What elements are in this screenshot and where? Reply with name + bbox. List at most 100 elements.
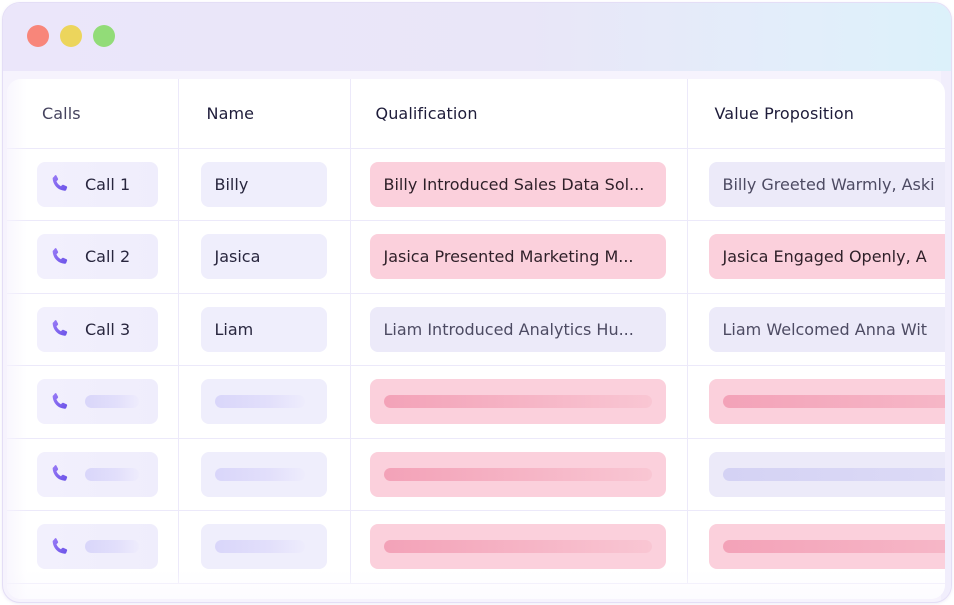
- qualification-cell: [350, 510, 688, 584]
- qualification-text: Billy Introduced Sales Data Sol...: [383, 174, 645, 194]
- name-label: Jasica: [214, 247, 261, 267]
- calls-cell: [7, 365, 179, 439]
- name-skeleton: [214, 395, 305, 409]
- qualification-cell: [350, 438, 688, 511]
- table-row[interactable]: Call 1 Billy Billy Introduced Sales Data…: [7, 148, 945, 221]
- call-label: Call 2: [85, 247, 131, 267]
- table-row-loading[interactable]: [7, 365, 945, 439]
- call-label-skeleton: [85, 467, 139, 481]
- value-proposition-text: Billy Greeted Warmly, Aski: [722, 174, 935, 194]
- value-proposition-chip[interactable]: [708, 524, 945, 570]
- calls-cell: Call 3: [7, 293, 179, 366]
- name-cell: Billy: [178, 148, 351, 221]
- qualification-cell: [350, 365, 688, 439]
- qualification-chip[interactable]: [369, 379, 666, 425]
- call-chip[interactable]: Call 2: [37, 234, 158, 280]
- call-chip[interactable]: [37, 379, 158, 425]
- phone-icon: [52, 392, 68, 409]
- name-chip[interactable]: Liam: [200, 306, 327, 352]
- phone-icon: [52, 320, 68, 337]
- value-proposition-chip[interactable]: Liam Welcomed Anna Wit: [708, 306, 945, 352]
- name-cell: [178, 510, 351, 584]
- call-label-skeleton: [85, 540, 139, 554]
- table-row[interactable]: Call 3 Liam Liam Introduced Analytics Hu…: [7, 293, 945, 366]
- qualification-chip[interactable]: Jasica Presented Marketing M...: [369, 234, 666, 280]
- column-header-label: Name: [206, 103, 255, 123]
- phone-icon: [52, 465, 68, 482]
- calls-table-panel: Calls Name Qualification Value Propositi…: [7, 79, 945, 599]
- app-window: Calls Name Qualification Value Propositi…: [2, 2, 952, 603]
- value-proposition-text: Jasica Engaged Openly, A: [722, 247, 927, 267]
- column-header-name[interactable]: Name: [178, 79, 351, 149]
- calls-cell: Call 2: [7, 220, 179, 294]
- calls-cell: [7, 438, 179, 511]
- qualification-cell: Jasica Presented Marketing M...: [350, 220, 688, 294]
- value-proposition-cell: Billy Greeted Warmly, Aski: [687, 148, 945, 221]
- value-proposition-cell: [687, 365, 945, 439]
- name-skeleton: [214, 467, 305, 481]
- title-bar: [3, 3, 951, 71]
- value-proposition-cell: Liam Welcomed Anna Wit: [687, 293, 945, 366]
- table-row[interactable]: Call 2 Jasica Jasica Presented Marketing…: [7, 220, 945, 294]
- close-window-button[interactable]: [27, 25, 49, 47]
- value-proposition-cell: Jasica Engaged Openly, A: [687, 220, 945, 294]
- calls-table: Calls Name Qualification Value Propositi…: [7, 79, 945, 584]
- name-chip[interactable]: Jasica: [200, 234, 327, 280]
- qualification-text: Liam Introduced Analytics Hu...: [383, 319, 634, 339]
- name-skeleton: [214, 540, 305, 554]
- value-proposition-cell: [687, 510, 945, 584]
- name-cell: [178, 438, 351, 511]
- call-chip[interactable]: [37, 524, 158, 570]
- call-chip[interactable]: Call 3: [37, 306, 158, 352]
- call-label-skeleton: [85, 395, 139, 409]
- minimize-window-button[interactable]: [60, 25, 82, 47]
- column-header-calls[interactable]: Calls: [7, 79, 179, 149]
- value-proposition-text: Liam Welcomed Anna Wit: [722, 319, 928, 339]
- qualification-chip[interactable]: [369, 524, 666, 570]
- call-label: Call 3: [85, 319, 131, 339]
- value-proposition-chip[interactable]: [708, 379, 945, 425]
- calls-cell: [7, 510, 179, 584]
- name-chip[interactable]: [200, 524, 327, 570]
- name-label: Liam: [214, 319, 254, 339]
- qualification-chip[interactable]: [369, 451, 666, 497]
- table-row-loading[interactable]: [7, 438, 945, 511]
- maximize-window-button[interactable]: [93, 25, 115, 47]
- qualification-skeleton: [383, 540, 652, 554]
- value-proposition-chip[interactable]: Billy Greeted Warmly, Aski: [708, 161, 945, 207]
- column-header-label: Calls: [42, 103, 81, 123]
- qualification-cell: Liam Introduced Analytics Hu...: [350, 293, 688, 366]
- table-row-loading[interactable]: [7, 510, 945, 584]
- value-proposition-skeleton: [722, 540, 945, 554]
- table-header-row: Calls Name Qualification Value Propositi…: [7, 79, 945, 149]
- name-cell: [178, 365, 351, 439]
- phone-icon: [52, 537, 68, 554]
- column-header-qualification[interactable]: Qualification: [350, 79, 688, 149]
- qualification-skeleton: [383, 467, 652, 481]
- call-label: Call 1: [85, 174, 131, 194]
- phone-icon: [52, 175, 68, 192]
- qualification-text: Jasica Presented Marketing M...: [383, 247, 634, 267]
- phone-icon: [52, 247, 68, 264]
- name-chip[interactable]: [200, 451, 327, 497]
- column-header-value-proposition[interactable]: Value Proposition: [687, 79, 945, 149]
- name-chip[interactable]: Billy: [200, 161, 327, 207]
- qualification-chip[interactable]: Billy Introduced Sales Data Sol...: [369, 161, 666, 207]
- name-cell: Liam: [178, 293, 351, 366]
- name-label: Billy: [214, 174, 249, 194]
- name-cell: Jasica: [178, 220, 351, 294]
- qualification-chip[interactable]: Liam Introduced Analytics Hu...: [369, 306, 666, 352]
- value-proposition-skeleton: [722, 395, 945, 409]
- value-proposition-cell: [687, 438, 945, 511]
- value-proposition-chip[interactable]: [708, 451, 945, 497]
- name-chip[interactable]: [200, 379, 327, 425]
- qualification-cell: Billy Introduced Sales Data Sol...: [350, 148, 688, 221]
- qualification-skeleton: [383, 395, 652, 409]
- column-header-label: Qualification: [375, 103, 478, 123]
- call-chip[interactable]: Call 1: [37, 161, 158, 207]
- column-header-label: Value Proposition: [714, 103, 854, 123]
- value-proposition-skeleton: [722, 467, 945, 481]
- call-chip[interactable]: [37, 451, 158, 497]
- value-proposition-chip[interactable]: Jasica Engaged Openly, A: [708, 234, 945, 280]
- calls-cell: Call 1: [7, 148, 179, 221]
